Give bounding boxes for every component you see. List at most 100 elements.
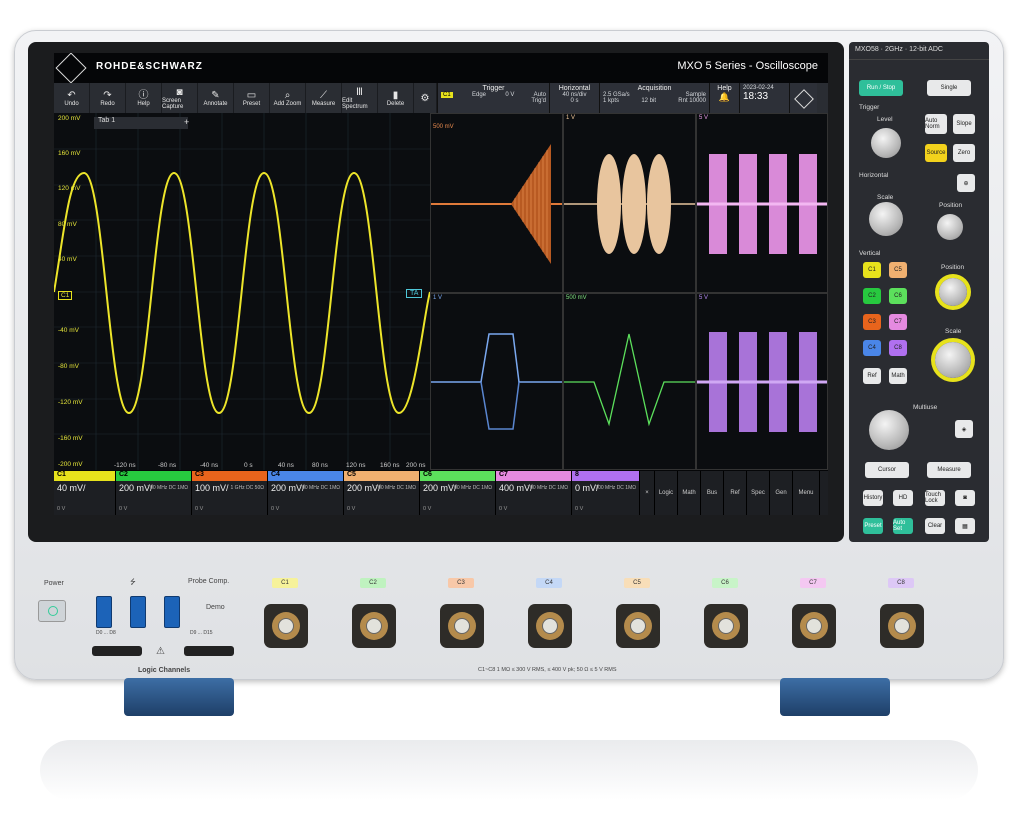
add-tab-button[interactable]: + [184, 117, 194, 129]
level-label: Level [877, 116, 893, 123]
acquisition-block[interactable]: Acquisition 2.5 GSa/s Sample 1 kpts 12 bit… [599, 83, 709, 113]
y-tick: 160 mV [58, 150, 81, 157]
multiuse-knob[interactable] [869, 410, 909, 450]
main-waveform-area[interactable] [54, 113, 430, 470]
x-tick: -40 ns [200, 462, 219, 469]
single-button[interactable]: Single [927, 80, 971, 96]
channel-c4[interactable]: C4 200 mV/ 700 MHz DC 1MΩ 0 V [268, 471, 344, 515]
usb-port-2[interactable] [130, 596, 146, 628]
c8-bw: 700 MHz DC 1MΩ [595, 485, 636, 491]
preset-hw-button[interactable]: Preset [863, 518, 883, 534]
c7-bnc-connector[interactable] [792, 604, 836, 648]
settings-button[interactable]: ⚙ [414, 83, 437, 113]
ch8-button[interactable]: C8 [889, 340, 907, 356]
c8-bnc-connector[interactable] [880, 604, 924, 648]
math-hw-button[interactable]: Math [889, 368, 907, 384]
help-block[interactable]: Help 🔔 [709, 83, 739, 113]
run-stop-button[interactable]: Run / Stop [859, 80, 903, 96]
channel-c7[interactable]: C7 400 mV/ 700 MHz DC 1MΩ 0 V [496, 471, 572, 515]
spec-button[interactable]: Spec [747, 471, 770, 515]
c2-bw: 700 MHz DC 1MΩ [147, 485, 188, 491]
y-tick: 200 mV [58, 115, 81, 122]
close-channels-button[interactable]: × [640, 471, 655, 515]
gen-button[interactable]: Gen [770, 471, 793, 515]
measure-button[interactable]: ⟋ Measure [306, 83, 342, 113]
power-button[interactable] [38, 600, 66, 622]
hd-button[interactable]: HD [893, 490, 913, 506]
vertical-scale-knob[interactable] [935, 342, 971, 378]
edit-spectrum-button[interactable]: Ⅲ Edit Spectrum [342, 83, 378, 113]
source-button[interactable]: Source [925, 144, 947, 162]
usb-port-1[interactable] [96, 596, 112, 628]
vertical-position-knob[interactable] [939, 278, 967, 306]
screenshot-button[interactable]: ◙ [955, 490, 975, 506]
delete-button[interactable]: ▮ Delete [378, 83, 414, 113]
tab-1[interactable]: Tab 1 [94, 117, 188, 129]
c1-bnc-connector[interactable] [264, 604, 308, 648]
annotate-button[interactable]: ✎ Annotate [198, 83, 234, 113]
preset-button[interactable]: ▭ Preset [234, 83, 270, 113]
keypad-button[interactable]: ▦ [955, 518, 975, 534]
zero-button[interactable]: Zero [953, 144, 975, 162]
horizontal-position-knob[interactable] [937, 214, 963, 240]
ref-hw-button[interactable]: Ref [863, 368, 881, 384]
c2-bnc-connector[interactable] [352, 604, 396, 648]
channel-c8[interactable]: 8 0 mV/ 700 MHz DC 1MΩ 0 V [572, 471, 640, 515]
c5-am-svg [564, 154, 695, 254]
touch-lock-button[interactable]: Touch Lock [925, 490, 945, 506]
c5-bnc-connector[interactable] [616, 604, 660, 648]
c1-ground-marker[interactable]: C1 [58, 291, 73, 300]
tile-c7-pulses[interactable] [696, 113, 828, 293]
c4-bnc-connector[interactable] [528, 604, 572, 648]
tiled-diagrams [430, 113, 828, 470]
logic-port-2[interactable] [184, 646, 234, 656]
channel-c6[interactable]: C6 200 mV/ 700 MHz DC 1MΩ 0 V [420, 471, 496, 515]
ch7-button[interactable]: C7 [889, 314, 907, 330]
ch4-button[interactable]: C4 [863, 340, 881, 356]
help-button[interactable]: ⓘ Help [126, 83, 162, 113]
redo-button[interactable]: ↷ Redo [90, 83, 126, 113]
channel-c1[interactable]: C1 40 mV/ 0 V [54, 471, 116, 515]
ch2-button[interactable]: C2 [863, 288, 881, 304]
channel-c5[interactable]: C5 200 mV/ 700 MHz DC 1MΩ 0 V [344, 471, 420, 515]
ch6-button[interactable]: C6 [889, 288, 907, 304]
close-icon: × [645, 490, 649, 496]
auto-norm-button[interactable]: Auto Norm [925, 114, 947, 134]
trigger-block[interactable]: Trigger C1 Edge 0 V Auto Trig'd [437, 83, 549, 113]
trigger-marker[interactable]: TA [406, 289, 423, 298]
ch3-button[interactable]: C3 [863, 314, 881, 330]
tile-c5-am[interactable] [563, 113, 696, 293]
trigger-level-knob[interactable] [871, 128, 901, 158]
channel-c3[interactable]: C3 100 mV/ 1 GHz DC 50Ω 0 V [192, 471, 268, 515]
clear-button[interactable]: Clear [925, 518, 945, 534]
usb-port-3[interactable] [164, 596, 180, 628]
horizontal-scale-knob[interactable] [869, 202, 903, 236]
bus-button[interactable]: Bus [701, 471, 724, 515]
c6-bnc-connector[interactable] [704, 604, 748, 648]
screen-capture-button[interactable]: ◙ Screen Capture [162, 83, 198, 113]
tile-c4-pulse[interactable] [430, 293, 563, 470]
tile-c8-pulses[interactable] [696, 293, 828, 470]
history-button[interactable]: History [863, 490, 883, 506]
math-button[interactable]: Math [678, 471, 701, 515]
measure-hw-button[interactable]: Measure [927, 462, 971, 478]
ch1-button[interactable]: C1 [863, 262, 881, 278]
zoom-button[interactable]: ⊕ [957, 174, 975, 192]
c3-bnc-connector[interactable] [440, 604, 484, 648]
ref-button[interactable]: Ref [724, 471, 747, 515]
tile-c6-triangle[interactable] [563, 293, 696, 470]
rs-menu-button[interactable] [789, 83, 817, 113]
tile-c4-burst[interactable] [430, 113, 563, 293]
slope-button[interactable]: Slope [953, 114, 975, 134]
channel-c2[interactable]: C2 200 mV/ 700 MHz DC 1MΩ 0 V [116, 471, 192, 515]
auto-set-button[interactable]: Auto Set [893, 518, 913, 534]
cursor-button[interactable]: Cursor [865, 462, 909, 478]
horizontal-block[interactable]: Horizontal 40 ns/div 0 s [549, 83, 599, 113]
logic-button[interactable]: Logic [655, 471, 678, 515]
ch5-button[interactable]: C5 [889, 262, 907, 278]
logic-port-1[interactable] [92, 646, 142, 656]
menu-button[interactable]: Menu [793, 471, 820, 515]
knob-toggle-button[interactable]: ◈ [955, 420, 973, 438]
undo-button[interactable]: ↶ Undo [54, 83, 90, 113]
add-zoom-button[interactable]: ⌕ Add Zoom [270, 83, 306, 113]
